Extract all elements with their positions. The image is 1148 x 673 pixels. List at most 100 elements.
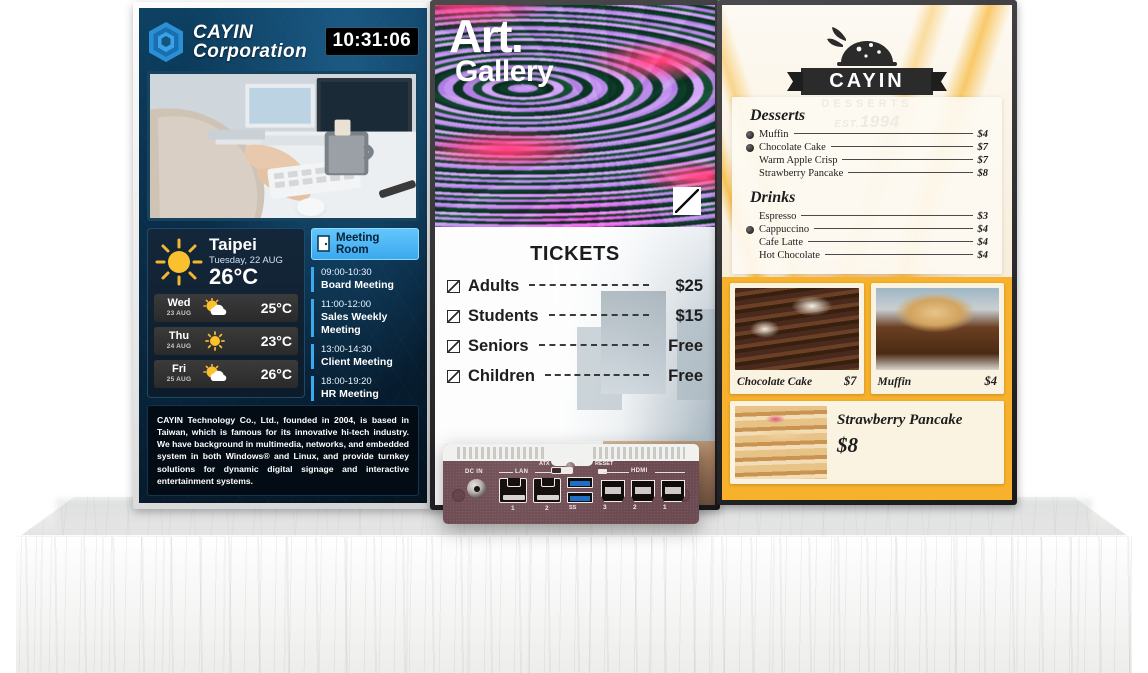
chocolate-cake-photo bbox=[735, 288, 859, 370]
menu-item-price: $7 bbox=[977, 142, 989, 153]
hdmi-label: HDMI bbox=[631, 468, 648, 474]
menu-item: Hot Chocolate $4 bbox=[746, 249, 988, 262]
art-title-line1: Art. bbox=[449, 10, 524, 62]
menu-item-leader bbox=[824, 254, 973, 255]
ticket-icon bbox=[447, 280, 460, 293]
ticket-label: Adults bbox=[468, 277, 520, 295]
menu-item: Chocolate Cake $7 bbox=[746, 141, 988, 154]
gallery-corner-mark-icon bbox=[673, 187, 701, 215]
meeting-room-title: Meeting Room bbox=[336, 231, 380, 256]
art-hero: Art. Gallery bbox=[435, 5, 715, 227]
menu-item-name: Warm Apple Crisp bbox=[759, 155, 838, 166]
menu-item-marker-icon bbox=[746, 170, 754, 178]
forecast-day: Fri 25 AUG bbox=[160, 364, 198, 383]
corp-photo-frame bbox=[147, 70, 419, 221]
menu-item-name: Strawberry Pancake bbox=[759, 168, 844, 179]
meeting-room-header: Meeting Room bbox=[311, 227, 419, 260]
meeting-name: HR Meeting bbox=[321, 387, 379, 400]
atx-at-switch[interactable] bbox=[551, 467, 573, 474]
forecast-day: Thu 24 AUG bbox=[160, 331, 198, 350]
ticket-row: Adults $25 bbox=[447, 277, 703, 296]
meeting-name: Client Meeting bbox=[321, 355, 393, 368]
display-art-gallery[interactable]: Art. Gallery TICKETS Adults $25 Students bbox=[430, 0, 720, 510]
door-icon bbox=[317, 235, 330, 253]
meeting-event: 11:00-12:00 Sales Weekly Meeting bbox=[311, 298, 419, 337]
meeting-name: Board Meeting bbox=[321, 278, 394, 291]
partly-cloudy-icon bbox=[203, 297, 227, 315]
tickets-panel: TICKETS Adults $25 Students $15 Seniors bbox=[435, 227, 715, 441]
display-cayin-desserts[interactable]: CAYIN DESSERTS EST.1994 Desserts Muffin … bbox=[717, 0, 1017, 505]
ticket-price: $15 bbox=[675, 307, 703, 325]
ticket-row: Seniors Free bbox=[447, 337, 703, 356]
menu-item-leader bbox=[814, 228, 973, 229]
meeting-event: 13:00-14:30 Client Meeting bbox=[311, 343, 419, 369]
meeting-event: 18:00-19:20 HR Meeting bbox=[311, 375, 419, 401]
dessert-brand-name: CAYIN bbox=[829, 70, 905, 92]
forecast-temp: 25°C bbox=[260, 299, 292, 316]
sun-icon bbox=[205, 330, 225, 351]
lan-rule-left bbox=[499, 472, 513, 473]
menu-item: Espresso $3 bbox=[746, 210, 988, 223]
ticket-leader bbox=[548, 313, 649, 316]
menu-item-price: $4 bbox=[977, 129, 989, 140]
meeting-room-widget[interactable]: Meeting Room 09:00-10:30 Board Meeting 1… bbox=[311, 227, 419, 401]
menu-item-price: $4 bbox=[977, 237, 989, 248]
pedestal-front-face bbox=[16, 537, 1132, 673]
meeting-time: 18:00-19:20 bbox=[321, 375, 372, 387]
hdmi-port-2-number: 2 bbox=[633, 504, 637, 511]
ticket-leader bbox=[538, 343, 649, 346]
scene-root: CAYIN Corporation 10:31:06 Taipei Tuesda… bbox=[0, 0, 1148, 673]
menu-item-name: Cafe Latte bbox=[759, 237, 804, 248]
ticket-price: Free bbox=[668, 367, 703, 385]
usb-port-lower[interactable] bbox=[567, 492, 593, 503]
menu-item-marker-icon bbox=[746, 252, 754, 260]
ticket-row: Children Free bbox=[447, 367, 703, 386]
ticket-label: Children bbox=[468, 367, 535, 385]
hdmi-port-2[interactable] bbox=[631, 480, 655, 502]
hdmi-port-3[interactable] bbox=[601, 480, 625, 502]
dc-in-label: DC IN bbox=[465, 469, 483, 475]
atx-label: ATX bbox=[539, 461, 550, 467]
sun-icon bbox=[155, 238, 203, 286]
office-worker-photo bbox=[150, 73, 416, 218]
muffin-photo bbox=[875, 288, 999, 370]
dessert-product-card[interactable]: Chocolate Cake $7 bbox=[730, 283, 864, 394]
forecast-day: Wed 23 AUG bbox=[160, 298, 198, 317]
dc-in-port[interactable] bbox=[467, 479, 486, 498]
dessert-product-card[interactable]: Muffin $4 bbox=[870, 283, 1004, 394]
art-title-line2: Gallery bbox=[455, 55, 554, 89]
dessert-feature-text: Strawberry Pancake $8 bbox=[837, 406, 962, 479]
dessert-card-footer: Chocolate Cake $7 bbox=[735, 370, 859, 394]
lan-port-2-number: 2 bbox=[545, 505, 549, 512]
usb-port-upper[interactable] bbox=[567, 477, 593, 488]
usb-ss-label: SS bbox=[569, 505, 577, 511]
dessert-card-price: $7 bbox=[844, 374, 857, 388]
forecast-day-label: Fri bbox=[171, 363, 187, 376]
menu-item-leader bbox=[793, 133, 973, 134]
corp-screen: CAYIN Corporation 10:31:06 Taipei Tuesda… bbox=[139, 8, 427, 503]
hdmi-rule-left bbox=[603, 472, 629, 473]
corp-about-text: CAYIN Technology Co., Ltd., founded in 2… bbox=[147, 404, 419, 496]
dessert-menu-card: Desserts Muffin $4 Chocolate Cake $7 War… bbox=[732, 97, 1002, 274]
lan-port-1[interactable] bbox=[499, 478, 527, 503]
menu-item-leader bbox=[801, 215, 973, 216]
dessert-feature-name: Strawberry Pancake bbox=[837, 412, 963, 428]
forecast-day-label: Thu bbox=[168, 330, 190, 343]
cayin-media-player[interactable]: DC IN LAN 1 2 ATX AT SS RESET HDMI 3 2 1 bbox=[443, 444, 699, 524]
weather-widget[interactable]: Taipei Tuesday, 22 AUG 26°C Wed 23 AUG 2… bbox=[147, 227, 305, 398]
lan-label: LAN bbox=[515, 469, 529, 475]
ticket-leader bbox=[544, 373, 649, 376]
lan-port-2[interactable] bbox=[533, 478, 561, 503]
menu-section-heading: Drinks bbox=[750, 189, 796, 206]
menu-item-leader bbox=[808, 241, 973, 242]
display-cayin-corporation[interactable]: CAYIN Corporation 10:31:06 Taipei Tuesda… bbox=[133, 2, 433, 509]
menu-item-marker-icon bbox=[746, 239, 754, 247]
menu-item-name: Chocolate Cake bbox=[759, 142, 826, 153]
corp-lower-panels: Taipei Tuesday, 22 AUG 26°C Wed 23 AUG 2… bbox=[147, 227, 419, 401]
ticket-label: Seniors bbox=[468, 337, 529, 355]
art-screen: Art. Gallery TICKETS Adults $25 Students bbox=[435, 5, 715, 505]
menu-item: Muffin $4 bbox=[746, 128, 988, 141]
dessert-card-row: Chocolate Cake $7 Muffin $4 bbox=[722, 277, 1012, 394]
hdmi-port-1[interactable] bbox=[661, 480, 685, 502]
dessert-feature-card[interactable]: Strawberry Pancake $8 bbox=[730, 401, 1004, 484]
